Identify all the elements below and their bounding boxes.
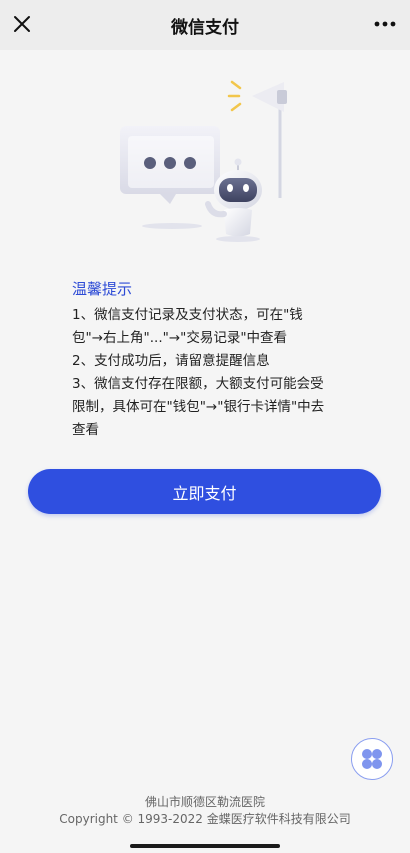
tips-line: 查看 [72,422,99,438]
footer-copyright: Copyright © 1993-2022 金蝶医疗软件科技有限公司 [59,812,351,826]
tips-section: 温馨提示 1、微信支付记录及支付状态，可在"钱 包"→右上角"..."→"交易记… [72,278,342,442]
tips-line: 限制，具体可在"钱包"→"银行卡详情"中去 [72,399,325,415]
tips-line: 包"→右上角"..."→"交易记录"中查看 [72,330,288,346]
floating-menu-button[interactable] [351,738,393,780]
app-grid-icon [362,749,382,769]
tips-line: 1、微信支付记录及支付状态，可在"钱 [72,307,303,323]
page-title: 微信支付 [171,18,239,38]
top-nav-bar: 微信支付 [0,0,410,50]
footer: 佛山市顺德区勒流医院 Copyright © 1993-2022 金蝶医疗软件科… [0,794,410,828]
home-indicator[interactable] [130,844,280,848]
tips-line: 2、支付成功后，请留意提醒信息 [72,353,270,369]
tips-heading: 温馨提示 [72,280,133,298]
pay-now-button[interactable]: 立即支付 [28,469,381,514]
tips-line: 3、微信支付存在限额，大额支付可能会受 [72,376,324,392]
robot-chat-spotlight-illustration [120,80,287,242]
more-dots-icon[interactable] [374,20,396,28]
footer-org: 佛山市顺德区勒流医院 [144,795,265,809]
